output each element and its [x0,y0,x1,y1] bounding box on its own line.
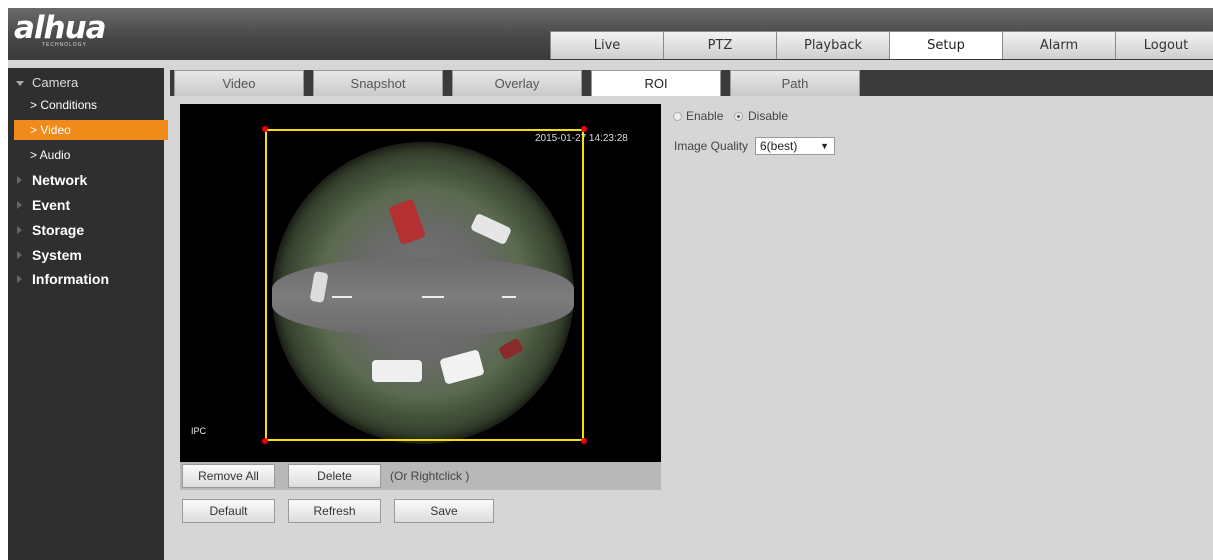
video-timestamp: 2015-01-27 14:23:28 [535,133,628,144]
sidebar-item-video[interactable]: > Video [14,120,168,140]
chevron-right-icon [17,201,22,209]
sidebar-item-label: Network [32,172,88,188]
chevron-right-icon [17,251,22,259]
enable-label: Enable [686,109,724,123]
sidebar-item-system[interactable]: System [8,244,164,266]
sidebar-item-label: Information [32,271,109,287]
sidebar-item-audio[interactable]: > Audio [8,145,164,165]
sidebar-item-conditions[interactable]: > Conditions [8,95,164,115]
dropdown-arrow-icon: ▼ [820,141,829,151]
disable-radio[interactable] [734,112,743,121]
chevron-down-icon [16,81,24,86]
nav-tab-logout[interactable]: Logout [1115,31,1213,59]
tab-video[interactable]: Video [174,70,304,96]
nav-tab-ptz[interactable]: PTZ [663,31,777,59]
tab-roi[interactable]: ROI [591,70,721,96]
sidebar-item-network[interactable]: Network [8,169,164,191]
chevron-right-icon [17,176,22,184]
header-bar: alhua TECHNOLOGY Live PTZ Playback Setup… [8,8,1213,60]
roi-handle[interactable] [262,438,268,444]
roi-handle[interactable] [262,126,268,132]
enable-radio[interactable] [673,112,682,121]
delete-button[interactable]: Delete [288,464,381,488]
image-quality-select[interactable]: 6(best) ▼ [755,137,835,155]
nav-tab-live[interactable]: Live [550,31,664,59]
sidebar-item-information[interactable]: Information [8,268,164,290]
brand-subtitle: TECHNOLOGY [42,42,88,48]
sidebar-item-event[interactable]: Event [8,194,164,216]
sidebar-item-label: System [32,247,82,263]
sidebar-item-label: Storage [32,222,85,238]
nav-tab-setup[interactable]: Setup [889,31,1003,59]
roi-handle[interactable] [581,126,587,132]
chevron-right-icon [17,275,22,283]
roi-handle[interactable] [581,438,587,444]
nav-tab-alarm[interactable]: Alarm [1002,31,1116,59]
sidebar: Camera > Conditions > Video > Audio Netw… [8,68,168,560]
tab-snapshot[interactable]: Snapshot [313,70,443,96]
image-quality-label: Image Quality [674,139,749,153]
sidebar-item-camera[interactable]: Camera [8,72,164,94]
nav-tab-playback[interactable]: Playback [776,31,890,59]
chevron-right-icon [17,226,22,234]
tab-overlay[interactable]: Overlay [452,70,582,96]
video-preview[interactable]: 2015-01-27 14:23:28 IPC [180,104,661,462]
refresh-button[interactable]: Refresh [288,499,381,523]
image-quality-value: 6(best) [760,139,798,153]
channel-label: IPC [191,426,207,436]
tab-path[interactable]: Path [730,70,860,96]
app-window: alhua TECHNOLOGY Live PTZ Playback Setup… [8,8,1213,560]
sidebar-item-label: Event [32,197,71,213]
disable-label: Disable [748,109,789,123]
save-button[interactable]: Save [394,499,494,523]
roi-rectangle[interactable] [265,129,584,441]
remove-all-button[interactable]: Remove All [182,464,275,488]
brand-logo: alhua [14,10,107,46]
sidebar-item-storage[interactable]: Storage [8,219,164,241]
rightclick-hint: (Or Rightclick ) [390,469,470,483]
default-button[interactable]: Default [182,499,275,523]
sidebar-item-label: Camera [32,75,79,90]
